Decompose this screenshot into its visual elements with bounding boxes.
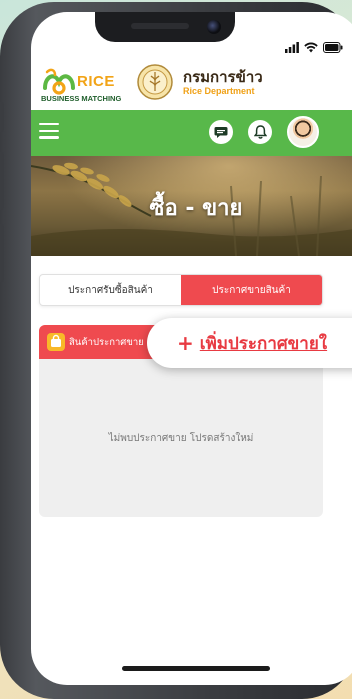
speaker [131, 23, 189, 29]
mute-switch [0, 102, 4, 132]
notification-button[interactable] [248, 120, 272, 144]
home-indicator[interactable] [122, 666, 270, 671]
tab-sell-announcements[interactable]: ประกาศขายสินค้า [181, 275, 322, 305]
chat-icon [214, 126, 228, 138]
volume-down-button [0, 224, 4, 282]
front-camera [207, 20, 221, 34]
user-avatar[interactable] [287, 116, 319, 148]
empty-state-message: ไม่พบประกาศขาย โปรดสร้างใหม่ [108, 433, 254, 444]
page-title: ซื้อ - ขาย [149, 196, 243, 221]
add-sell-announcement-button[interactable]: + เพิ่มประกาศขายใ [147, 318, 352, 368]
battery-icon [323, 42, 343, 53]
hero-banner: ซื้อ - ขาย [31, 156, 352, 256]
rice-leaf-icon [43, 68, 75, 95]
rice-logo-subtitle: BUSINESS MATCHING [41, 94, 122, 103]
card-title: สินค้าประกาศขาย [69, 337, 144, 348]
tab-bar: ประกาศรับซื้อสินค้า ประกาศขายสินค้า [39, 274, 323, 306]
tab-buy-announcements[interactable]: ประกาศรับซื้อสินค้า [40, 275, 181, 305]
rice-department-seal [137, 64, 173, 100]
status-bar [285, 42, 343, 53]
top-navbar [31, 110, 352, 156]
chat-button[interactable] [209, 120, 233, 144]
plus-icon: + [177, 331, 194, 355]
signal-icon [285, 42, 299, 53]
notch [95, 12, 235, 42]
volume-up-button [0, 152, 4, 210]
bell-icon [253, 125, 267, 139]
app-header: RICE BUSINESS MATCHING กรมการข้าว Rice D… [31, 58, 352, 110]
department-name-english: Rice Department [183, 86, 255, 96]
rice-logo-word: RICE [77, 73, 115, 90]
add-sell-announcement-label: เพิ่มประกาศขายใ [199, 333, 328, 354]
menu-icon[interactable] [39, 123, 59, 141]
shopping-bag-icon [47, 333, 65, 351]
wifi-icon [304, 42, 318, 53]
rice-business-matching-logo: RICE BUSINESS MATCHING [41, 64, 121, 106]
